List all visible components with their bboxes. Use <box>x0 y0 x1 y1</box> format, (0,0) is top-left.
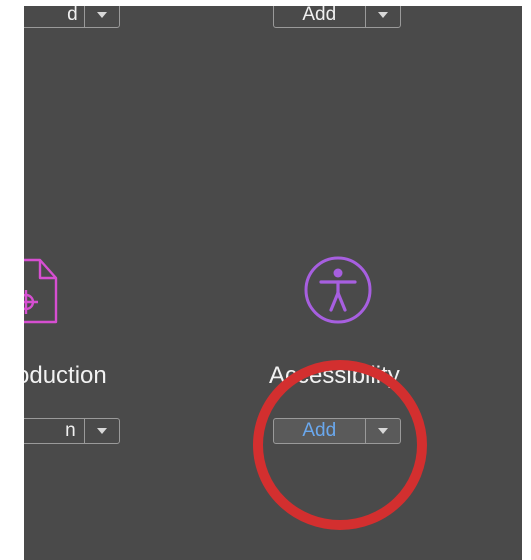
chevron-down-icon <box>377 428 388 434</box>
tool-dropdown-button-accessibility[interactable] <box>366 419 400 443</box>
tool-label-accessibility: Accessibility <box>269 362 400 389</box>
print-production-icon <box>24 258 58 324</box>
tool-add-button-accessibility[interactable]: Add <box>274 419 365 443</box>
tool-add-split-button-top-left[interactable]: d <box>24 6 120 28</box>
tool-dropdown-button-print-production[interactable] <box>85 419 119 443</box>
chevron-down-icon <box>96 428 107 434</box>
tool-add-button-label: Add <box>302 6 337 25</box>
tool-open-button-print-production[interactable]: n <box>24 419 84 443</box>
tool-open-button-label: n <box>65 420 76 441</box>
tool-add-button-label: Add <box>302 420 337 441</box>
tool-add-button-label: d <box>67 6 78 25</box>
screenshot-stage: d Add oduction n Accessibility Add <box>0 0 531 560</box>
accessibility-icon <box>304 256 372 324</box>
tool-open-split-button-print-production[interactable]: n <box>24 418 120 444</box>
tool-add-button-top-left[interactable]: d <box>24 6 84 27</box>
tools-panel: d Add oduction n Accessibility Add <box>24 6 522 560</box>
tool-add-button-top-right[interactable]: Add <box>274 6 365 27</box>
chevron-down-icon <box>96 12 107 18</box>
tool-add-split-button-top-right[interactable]: Add <box>273 6 401 28</box>
tool-dropdown-button-top-right[interactable] <box>366 6 400 27</box>
chevron-down-icon <box>377 12 388 18</box>
tool-dropdown-button-top-left[interactable] <box>85 6 119 27</box>
tool-label-print-production: oduction <box>24 362 107 389</box>
tool-add-split-button-accessibility[interactable]: Add <box>273 418 401 444</box>
